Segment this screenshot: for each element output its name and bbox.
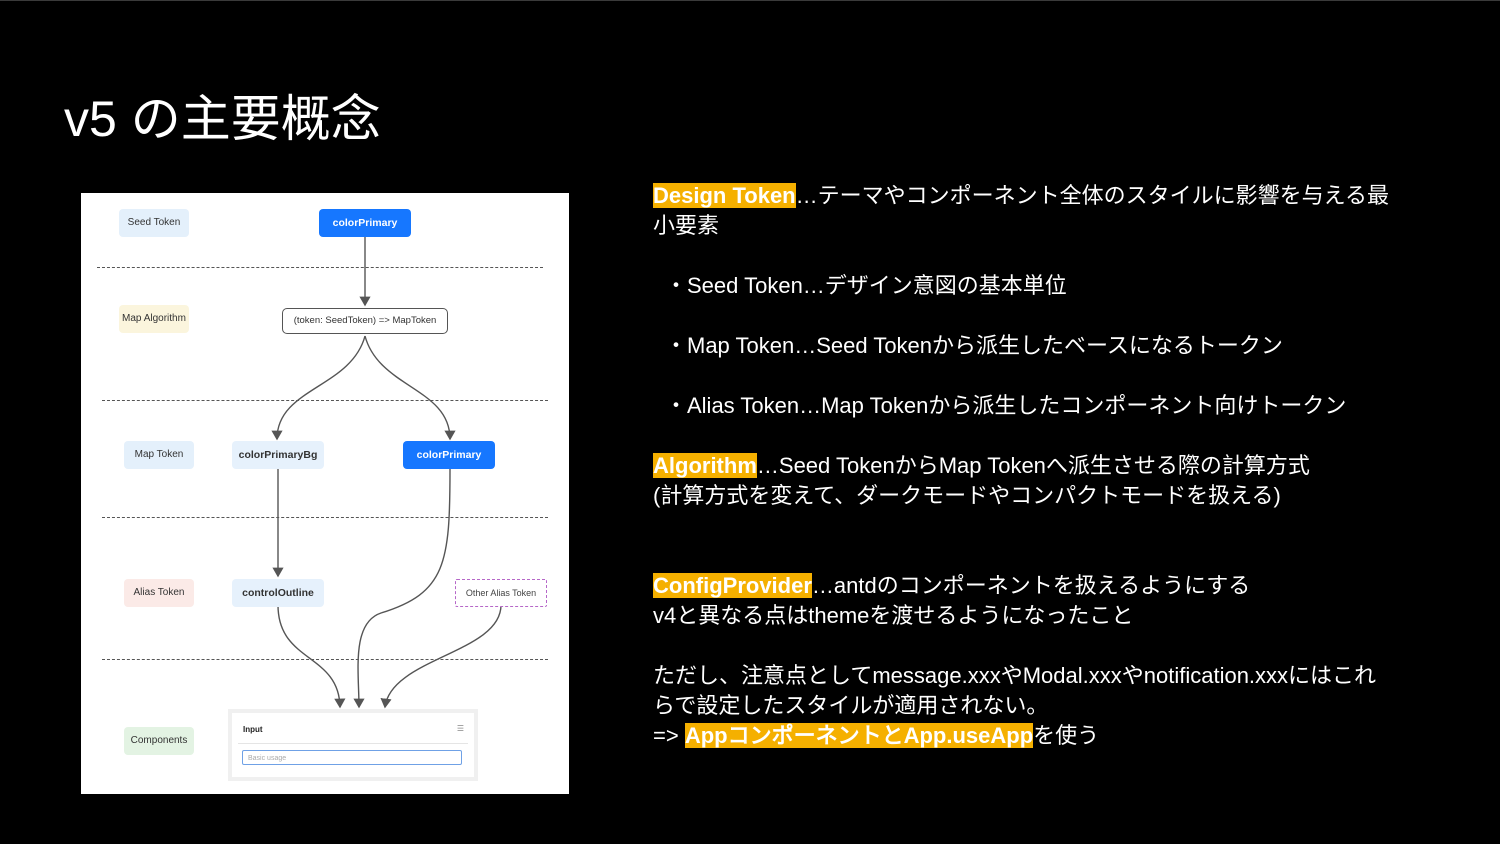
divider-4 xyxy=(102,659,548,660)
divider-3 xyxy=(102,517,548,518)
config-provider-note: v4と異なる点はthemeを渡せるようになったこと xyxy=(653,603,1134,628)
arrow-prefix: => xyxy=(653,723,685,748)
bullet-seed-token: ・Seed Token…デザイン意図の基本単位 xyxy=(665,273,1067,298)
row-label-alias-token: Alias Token xyxy=(124,579,194,607)
slide-title: v5 の主要概念 xyxy=(64,91,381,147)
arrow-alias-to-input xyxy=(380,604,502,709)
diagram-arrows xyxy=(271,237,502,709)
input-card-body: Input ☰ Basic usage xyxy=(232,713,474,777)
algorithm-line: Algorithm…Seed TokenからMap Tokenへ派生させる際の計… xyxy=(653,451,1453,481)
row-label-seed-token: Seed Token xyxy=(119,209,189,237)
row-label-map-token: Map Token xyxy=(124,441,194,469)
divider-2 xyxy=(102,400,548,401)
use-suffix: を使う xyxy=(1033,723,1100,748)
node-color-primary-bg: colorPrimaryBg xyxy=(232,441,324,469)
arrow-outline-to-input xyxy=(277,604,346,709)
algorithm-note: (計算方式を変えて、ダークモードやコンパクトモードを扱える) xyxy=(653,483,1281,508)
token-diagram: Seed Token Map Algorithm Map Token Alias… xyxy=(81,193,569,794)
top-border xyxy=(0,0,1500,1)
caution-line-2: らで設定したスタイルが適用されない。 xyxy=(653,693,1049,718)
menu-icon: ☰ xyxy=(456,724,464,733)
use-app-term: App.useApp xyxy=(903,723,1034,748)
arrow-algorithm-to-primary xyxy=(364,335,456,441)
explanation-text: Design Token…テーマやコンポーネント全体のスタイルに影響を与える最 … xyxy=(653,181,1453,751)
design-token-desc-cont: 小要素 xyxy=(653,213,720,238)
row-label-map-algorithm: Map Algorithm xyxy=(119,305,189,333)
node-control-outline: controlOutline xyxy=(232,579,324,607)
config-provider-term: ConfigProvider xyxy=(653,573,812,598)
design-token-line: Design Token…テーマやコンポーネント全体のスタイルに影響を与える最 xyxy=(653,181,1453,211)
bullet-alias-token: ・Alias Token…Map Tokenから派生したコンポーネント向けトーク… xyxy=(665,393,1347,418)
caution-line-1: ただし、注意点としてmessage.xxxやModal.xxxやnotifica… xyxy=(653,663,1377,688)
design-token-desc: …テーマやコンポーネント全体のスタイルに影響を与える最 xyxy=(795,183,1389,208)
and-conjunction: と xyxy=(881,723,904,748)
app-component-term: Appコンポーネント xyxy=(684,723,882,748)
arrow-algorithm-to-bg xyxy=(271,335,366,441)
config-provider-desc: …antdのコンポーネントを扱えるようにする xyxy=(811,573,1251,598)
node-color-primary-map: colorPrimary xyxy=(403,441,495,469)
node-color-primary-seed: colorPrimary xyxy=(319,209,411,237)
design-token-term: Design Token xyxy=(653,183,796,208)
input-card-label: Input xyxy=(243,725,263,734)
algorithm-desc: …Seed TokenからMap Tokenへ派生させる際の計算方式 xyxy=(756,453,1310,478)
node-other-alias-token: Other Alias Token xyxy=(455,579,547,607)
bullet-map-token: ・Map Token…Seed Tokenから派生したベースになるトークン xyxy=(665,333,1283,358)
arrow-primary-to-input xyxy=(353,468,451,709)
solution-line: => AppコンポーネントとApp.useAppを使う xyxy=(653,721,1453,751)
input-component-preview: Input ☰ Basic usage xyxy=(228,709,478,781)
node-map-function: (token: SeedToken) => MapToken xyxy=(282,308,448,334)
row-label-components: Components xyxy=(124,727,194,755)
divider-1 xyxy=(97,267,543,268)
config-provider-line: ConfigProvider…antdのコンポーネントを扱えるようにする xyxy=(653,571,1453,601)
input-field-preview: Basic usage xyxy=(242,750,462,765)
algorithm-term: Algorithm xyxy=(653,453,757,478)
input-card-divider xyxy=(238,743,468,744)
